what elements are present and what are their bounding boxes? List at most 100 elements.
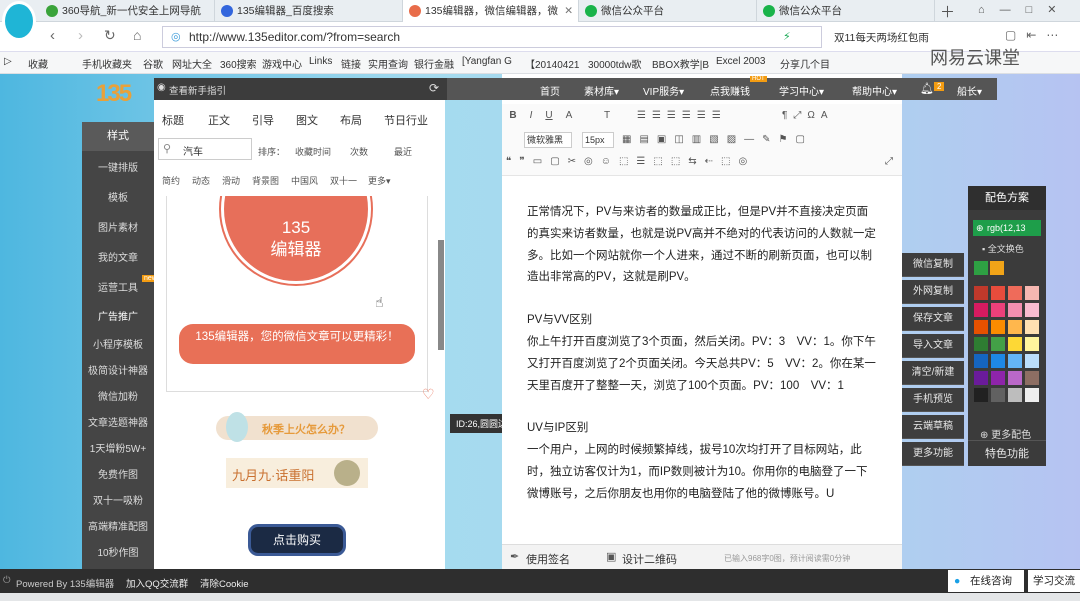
fav-item[interactable]: 链接 bbox=[341, 56, 361, 71]
style-sample-3[interactable]: 九月九·话重阳 bbox=[226, 458, 368, 488]
nav-item[interactable]: 1天增粉5W+ bbox=[82, 440, 154, 455]
sort-option[interactable]: 收藏时间 bbox=[295, 145, 331, 158]
signature-button[interactable]: 使用签名 bbox=[526, 551, 570, 567]
color-swatch[interactable] bbox=[1008, 303, 1022, 317]
color-swatch[interactable] bbox=[991, 354, 1005, 368]
color-swatch[interactable] bbox=[1025, 286, 1039, 300]
color-swatch[interactable] bbox=[1025, 320, 1039, 334]
color-swatch[interactable] bbox=[974, 320, 988, 334]
tag-item[interactable]: 简约 bbox=[162, 174, 180, 187]
address-bar[interactable]: ◎ http://www.135editor.com/?from=search … bbox=[162, 26, 822, 48]
sort-option[interactable]: 次数 bbox=[350, 145, 368, 158]
fullscreen-icon[interactable]: ⤢ bbox=[882, 155, 896, 169]
refresh-icon[interactable]: ↻ bbox=[104, 27, 116, 44]
nav-item[interactable]: 极简设计神器 bbox=[82, 362, 154, 377]
nav-item-styles[interactable]: 样式 bbox=[82, 122, 154, 151]
color-swatch[interactable] bbox=[1008, 337, 1022, 351]
lightning-icon[interactable]: ⚡ bbox=[783, 30, 791, 43]
nav-item[interactable]: 微信加粉 bbox=[82, 388, 154, 403]
menu-materials[interactable]: 素材库▾ bbox=[584, 83, 619, 98]
fav-item[interactable]: Links bbox=[309, 56, 332, 67]
fav-item[interactable]: 实用查询 bbox=[368, 56, 408, 71]
color-swatch[interactable] bbox=[991, 388, 1005, 402]
fav-item[interactable]: [Yangfan G bbox=[462, 56, 512, 67]
tab-title[interactable]: 标题 bbox=[162, 112, 184, 128]
tab-body[interactable]: 正文 bbox=[208, 112, 230, 128]
clear-cookie-link[interactable]: 清除Cookie bbox=[200, 576, 249, 590]
row3-icons[interactable]: ❝❞▭▢✂◎☺⬚☰⬚⬚⇆⇠⬚◎ bbox=[506, 155, 826, 169]
color-swatch[interactable] bbox=[974, 371, 988, 385]
sort-option[interactable]: 最近 bbox=[394, 145, 412, 158]
save-article-button[interactable]: 保存文章 bbox=[902, 307, 964, 331]
color-swatch[interactable] bbox=[1025, 337, 1039, 351]
favorites-toggle-icon[interactable]: ▷ bbox=[4, 56, 12, 67]
search-box[interactable]: ⚲ 汽车 bbox=[158, 138, 252, 160]
cloud-draft-button[interactable]: 云端草稿 bbox=[902, 415, 964, 439]
more-format-icons[interactable]: ¶⤢ΩA bbox=[782, 109, 892, 123]
nav-item[interactable]: 图片素材 bbox=[82, 219, 154, 234]
color-swatch[interactable] bbox=[974, 388, 988, 402]
home-icon[interactable]: ⌂ bbox=[133, 27, 141, 43]
import-article-button[interactable]: 导入文章 bbox=[902, 334, 964, 358]
nav-item[interactable]: 模板 bbox=[82, 189, 154, 204]
font-size-select[interactable]: 15px bbox=[582, 132, 614, 148]
align-icons[interactable]: ☰☰☰☰☰☰ bbox=[637, 109, 777, 123]
tab-baidu[interactable]: 135编辑器_百度搜索 bbox=[215, 0, 403, 22]
underline-icon[interactable]: U bbox=[542, 109, 556, 123]
nav-item[interactable]: 双十一吸粉 bbox=[82, 492, 154, 507]
color-swatch[interactable] bbox=[1025, 303, 1039, 317]
wechat-copy-button[interactable]: 微信复制 bbox=[902, 253, 964, 277]
tab-imagetext[interactable]: 图文 bbox=[296, 112, 318, 128]
menu-user[interactable]: 船长▾ bbox=[957, 83, 982, 98]
menu-vip[interactable]: VIP服务▾ bbox=[643, 83, 684, 98]
tab-festival[interactable]: 节日行业 bbox=[384, 112, 428, 128]
tag-item[interactable]: 中国风 bbox=[291, 174, 318, 187]
fav-item[interactable]: 360搜索 bbox=[220, 56, 257, 71]
text-icon[interactable]: T bbox=[600, 109, 614, 123]
font-family-select[interactable]: 微软雅黑 bbox=[524, 132, 572, 148]
tab-135editor[interactable]: 135编辑器，微信编辑器，微 ✕ bbox=[403, 0, 579, 22]
tag-item[interactable]: 动态 bbox=[192, 174, 210, 187]
color-swatch[interactable] bbox=[974, 354, 988, 368]
italic-icon[interactable]: I bbox=[524, 109, 538, 123]
nav-item[interactable]: 10秒作图 bbox=[82, 544, 154, 559]
color-swatch[interactable] bbox=[1008, 371, 1022, 385]
fav-item[interactable]: 手机收藏夹 bbox=[82, 56, 132, 71]
tab-wechat-2[interactable]: 微信公众平台 bbox=[757, 0, 935, 22]
buy-button[interactable]: 点击购买 bbox=[248, 524, 346, 556]
new-tab-icon[interactable]: ＋ bbox=[940, 1, 955, 22]
font-color-icon[interactable]: A bbox=[562, 109, 576, 123]
special-functions-button[interactable]: 特色功能 bbox=[968, 440, 1046, 466]
bell-icon[interactable]: 🔔︎ bbox=[920, 82, 934, 95]
color-swatch[interactable] bbox=[991, 303, 1005, 317]
nav-item[interactable]: 文章选题神器 bbox=[82, 414, 154, 429]
tag-item[interactable]: 双十一 bbox=[330, 174, 357, 187]
more-colors-button[interactable]: ⊕ 更多配色 bbox=[980, 426, 1031, 441]
menu-learn[interactable]: 学习中心▾ bbox=[779, 83, 824, 98]
menu-help[interactable]: 帮助中心▾ bbox=[852, 83, 897, 98]
bold-icon[interactable]: B bbox=[506, 109, 520, 123]
qq-group-link[interactable]: 加入QQ交流群 bbox=[126, 576, 188, 590]
nav-item[interactable]: 我的文章 bbox=[82, 249, 154, 264]
scrollbar[interactable] bbox=[438, 240, 444, 350]
insert-icons[interactable]: ▦▤▣◫▥▧▨—✎⚑▢ bbox=[622, 133, 892, 147]
search-input[interactable]: 汽车 bbox=[183, 143, 203, 158]
fav-item[interactable]: 【20140421 bbox=[525, 56, 580, 71]
color-swatch[interactable] bbox=[1008, 320, 1022, 334]
tab-layout[interactable]: 布局 bbox=[340, 112, 362, 128]
clear-new-button[interactable]: 清空/新建 bbox=[902, 361, 964, 385]
color-swatch[interactable] bbox=[1025, 354, 1039, 368]
nav-item[interactable]: 一键排版 bbox=[82, 159, 154, 174]
fav-item[interactable]: 银行金融 bbox=[414, 56, 454, 71]
color-swatch[interactable] bbox=[991, 320, 1005, 334]
browser-logo-icon[interactable] bbox=[2, 1, 36, 41]
tab-360[interactable]: 360导航_新一代安全上网导航 bbox=[40, 0, 215, 22]
tag-item[interactable]: 背景图 bbox=[252, 174, 279, 187]
tag-item[interactable]: 更多▾ bbox=[368, 174, 391, 187]
online-consult-button[interactable]: ● 在线咨询 bbox=[948, 570, 1024, 592]
fav-item[interactable]: Excel 2003 bbox=[716, 56, 765, 67]
tag-item[interactable]: 滑动 bbox=[222, 174, 240, 187]
color-swatch[interactable] bbox=[974, 303, 988, 317]
style-sample-2[interactable]: 秋季上火怎么办？ bbox=[216, 412, 378, 442]
color-swatch[interactable] bbox=[1008, 286, 1022, 300]
